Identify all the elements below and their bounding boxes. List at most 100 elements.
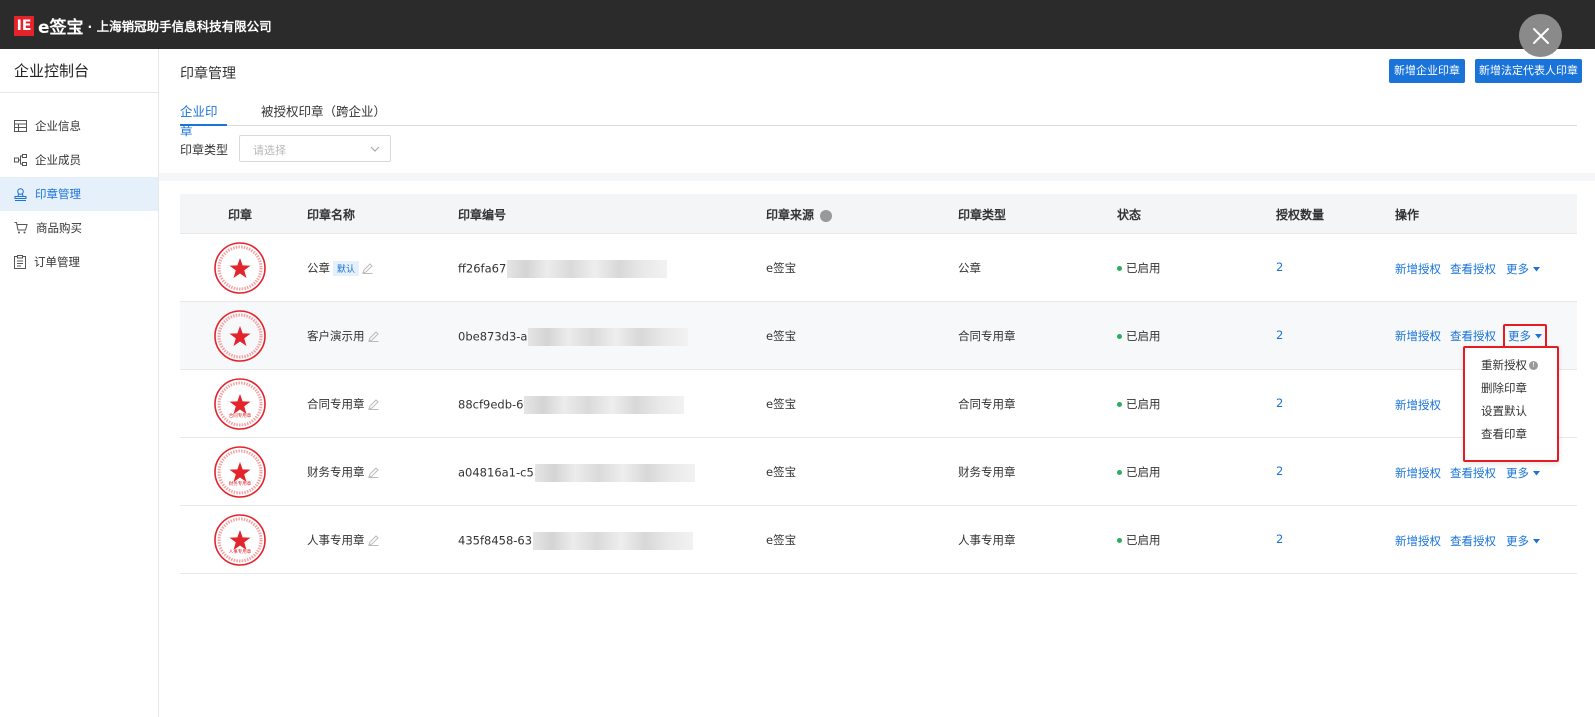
status-dot-icon	[1117, 470, 1122, 475]
more-button[interactable]: 更多	[1503, 260, 1543, 278]
auth-count[interactable]: 2	[1276, 532, 1283, 546]
edit-icon[interactable]	[362, 263, 373, 274]
seal-table: 印章 印章名称 印章编号 印章来源 印章类型 状态 授权数量 操作 公章 默认 ff…	[180, 194, 1577, 574]
actions-cell: 新增授权查看授权更多	[1395, 464, 1543, 482]
seal-name: 财务专用章	[307, 465, 365, 479]
status-dot-icon	[1117, 402, 1122, 407]
status-cell: 已启用	[1117, 328, 1161, 344]
seal-bottom-text: 财务专用章	[229, 480, 252, 487]
auth-count[interactable]: 2	[1276, 328, 1283, 342]
seal-name-cell: 合同专用章	[307, 396, 379, 412]
close-icon	[1532, 27, 1549, 44]
page-title: 印章管理	[180, 66, 236, 82]
seal-image[interactable]: 财务专用章	[213, 445, 267, 499]
seal-type: 公章	[958, 261, 981, 275]
info-icon: !	[1529, 361, 1538, 370]
more-button[interactable]: 更多	[1503, 464, 1543, 482]
add-company-seal-button[interactable]: 新增企业印章	[1389, 59, 1465, 83]
menu-item-set-default[interactable]: 设置默认	[1465, 400, 1557, 423]
seal-source: e签宝	[766, 329, 797, 343]
add-auth-link[interactable]: 新增授权	[1395, 466, 1441, 480]
status-cell: 已启用	[1117, 396, 1161, 412]
seal-name: 人事专用章	[307, 533, 365, 547]
seal-name: 客户演示用	[307, 329, 365, 343]
seal-type-select[interactable]: 请选择	[239, 135, 391, 162]
column-header: 印章编号	[458, 208, 507, 222]
sidebar-item-orders[interactable]: 订单管理	[0, 245, 158, 279]
sidebar: 企业控制台 企业信息 企业成员 印章管理 商品购买 订单管理	[0, 49, 159, 717]
view-auth-link[interactable]: 查看授权	[1450, 466, 1496, 480]
more-label: 更多	[1506, 262, 1529, 276]
status-text: 已启用	[1126, 329, 1161, 343]
seal-star-icon	[229, 394, 251, 414]
more-dropdown-menu: 重新授权! 删除印章 设置默认 查看印章	[1463, 346, 1559, 462]
seal-star-icon	[229, 530, 251, 550]
seal-type: 合同专用章	[958, 397, 1016, 411]
table-icon	[14, 120, 27, 132]
tab-company-seals[interactable]: 企业印章	[180, 101, 227, 138]
sidebar-title: 企业控制台	[0, 49, 158, 93]
cart-icon	[14, 222, 28, 234]
seal-id: a04816a1-c5	[458, 465, 534, 480]
seal-id: ff26fa67	[458, 261, 507, 276]
sidebar-item-label: 企业成员	[35, 153, 81, 167]
add-auth-link[interactable]: 新增授权	[1395, 262, 1441, 276]
seal-id: 435f8458-63	[458, 533, 533, 548]
table-row: 公章 默认 ff26fa67 e签宝 公章 已启用 2 新增授权 查看授权 更多	[180, 234, 1577, 302]
status-dot-icon	[1117, 334, 1122, 339]
select-placeholder: 请选择	[253, 144, 286, 157]
seal-image[interactable]: 人事专用章	[213, 513, 267, 567]
brand-name: e签宝	[38, 18, 84, 38]
auth-count[interactable]: 2	[1276, 260, 1283, 274]
menu-item-delete-seal[interactable]: 删除印章	[1465, 377, 1557, 400]
column-header: 印章类型	[958, 208, 1007, 222]
status-cell: 已启用	[1117, 464, 1161, 480]
view-auth-link[interactable]: 查看授权	[1450, 262, 1496, 276]
redacted-mask	[533, 532, 694, 550]
table-row: 客户演示用 0be873d3-a e签宝 合同专用章 已启用 2 新增授权 查看授权 更多	[180, 302, 1577, 370]
menu-item-view-seal[interactable]: 查看印章	[1465, 423, 1557, 446]
edit-icon[interactable]	[367, 399, 379, 410]
sidebar-item-seal-management[interactable]: 印章管理	[0, 177, 158, 211]
seal-id-cell: 0be873d3-a	[458, 328, 689, 346]
more-label: 更多	[1506, 466, 1529, 480]
logo: IE e签宝 · 上海销冠助手信息科技有限公司	[14, 13, 272, 38]
sidebar-item-members[interactable]: 企业成员	[0, 143, 158, 177]
main-content: 印章管理 新增企业印章 新增法定代表人印章 企业印章 被授权印章（跨企业） 印章…	[159, 49, 1595, 717]
logo-mark-icon: IE	[14, 15, 34, 36]
more-label: 更多	[1508, 329, 1531, 343]
edit-icon[interactable]	[367, 331, 379, 342]
auth-count[interactable]: 2	[1276, 396, 1283, 410]
seal-id-cell: 88cf9edb-6	[458, 396, 685, 414]
view-auth-link[interactable]: 查看授权	[1450, 329, 1496, 343]
status-text: 已启用	[1126, 397, 1161, 411]
add-auth-link[interactable]: 新增授权	[1395, 534, 1441, 548]
add-auth-link[interactable]: 新增授权	[1395, 398, 1441, 412]
seal-star-icon	[229, 258, 251, 278]
add-auth-link[interactable]: 新增授权	[1395, 329, 1441, 343]
help-icon[interactable]	[820, 209, 833, 222]
sidebar-item-purchase[interactable]: 商品购买	[0, 211, 158, 245]
filter-label: 印章类型	[180, 143, 229, 157]
more-label: 更多	[1506, 534, 1529, 548]
top-bar: IE e签宝 · 上海销冠助手信息科技有限公司	[0, 0, 1595, 49]
add-legal-seal-button[interactable]: 新增法定代表人印章	[1475, 59, 1582, 83]
seal-id: 88cf9edb-6	[458, 397, 524, 412]
caret-down-icon	[1533, 471, 1540, 476]
more-button[interactable]: 更多	[1503, 532, 1543, 550]
view-auth-link[interactable]: 查看授权	[1450, 534, 1496, 548]
edit-icon[interactable]	[367, 467, 379, 478]
seal-image[interactable]	[213, 309, 267, 363]
seal-image[interactable]	[213, 241, 267, 295]
seal-name: 合同专用章	[307, 397, 365, 411]
seal-image[interactable]: 合同专用章	[213, 377, 267, 431]
tab-authorized-seals[interactable]: 被授权印章（跨企业）	[261, 101, 386, 126]
sidebar-item-company-info[interactable]: 企业信息	[0, 109, 158, 143]
seal-id-cell: a04816a1-c5	[458, 464, 695, 482]
menu-item-reauthorize[interactable]: 重新授权!	[1465, 354, 1557, 377]
auth-count[interactable]: 2	[1276, 464, 1283, 478]
status-cell: 已启用	[1117, 532, 1161, 548]
more-button[interactable]: 更多	[1503, 324, 1547, 348]
column-header: 印章	[228, 208, 253, 222]
edit-icon[interactable]	[367, 535, 379, 546]
